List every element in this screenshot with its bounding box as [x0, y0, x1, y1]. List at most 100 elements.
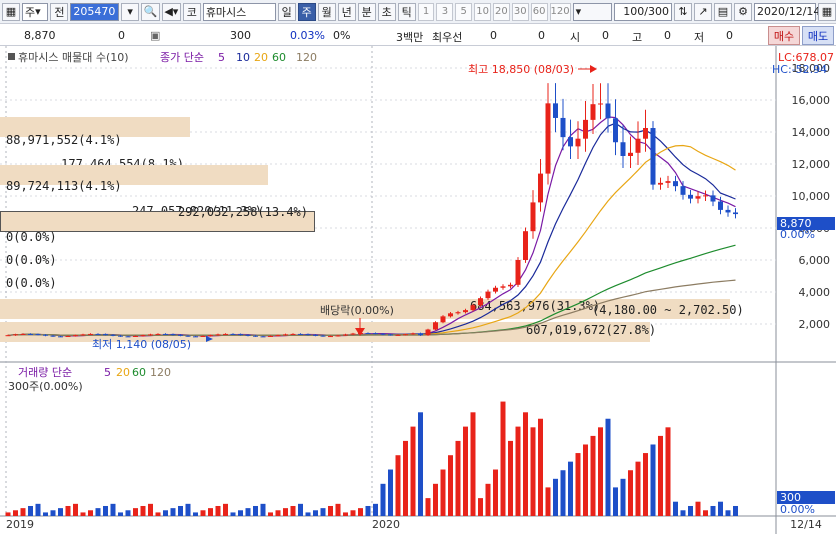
y-tick-label: 12,000	[792, 158, 831, 171]
candle-body	[598, 103, 603, 105]
volume-bar	[343, 512, 348, 516]
interval-20[interactable]: 20	[493, 2, 510, 21]
volume-bar	[253, 505, 258, 516]
candle-body	[523, 231, 528, 260]
period-second[interactable]: 초	[377, 2, 396, 21]
speaker-icon[interactable]: ◀▾	[161, 2, 181, 21]
volume-bar	[508, 440, 513, 516]
chart-icon: ▣	[150, 29, 161, 42]
y-tick-label: 2,000	[799, 318, 831, 331]
volume-bar	[13, 510, 18, 516]
vol-ma60-legend: 60	[132, 366, 146, 379]
profile-label: 684,563,976(31.3%)	[470, 299, 600, 313]
candle-body	[208, 335, 213, 337]
volume-bar	[163, 510, 168, 516]
code-dropdown-icon[interactable]: ▾	[121, 2, 140, 21]
candle-body	[365, 333, 371, 335]
period-day[interactable]: 일	[277, 2, 296, 21]
interval-30[interactable]: 30	[511, 2, 529, 21]
candle-body	[515, 260, 521, 285]
grid-icon[interactable]: ▤	[714, 2, 732, 21]
volume-bar	[703, 510, 708, 516]
pe-label: 3백만	[396, 31, 424, 44]
period-year[interactable]: 년	[337, 2, 356, 21]
profile-label: 0(0.0%)	[6, 276, 57, 290]
volume-bar	[695, 501, 701, 516]
interval-1[interactable]: 1	[417, 2, 435, 21]
interval-60[interactable]: 60	[530, 2, 548, 21]
vol-ma20-legend: 20	[116, 366, 130, 379]
candle-body	[230, 333, 236, 335]
stock-chart[interactable]: 177,464,554(8.1%)88,971,552(4.1%)247,057…	[0, 46, 836, 534]
candle-body	[328, 336, 333, 338]
volume-bar	[50, 510, 56, 516]
volume-bar	[455, 440, 461, 516]
interval-120[interactable]: 120	[549, 2, 571, 21]
candle-body	[613, 118, 618, 143]
sell-button[interactable]: 매도	[802, 26, 834, 45]
volume-bar	[418, 412, 423, 516]
period-minute[interactable]: 분	[357, 2, 376, 21]
candle-body	[95, 333, 101, 335]
volume-bar	[650, 444, 656, 516]
volume-bar	[28, 505, 33, 516]
vol-ma5-legend: 5	[104, 366, 111, 379]
candle-body	[658, 182, 663, 185]
type-select[interactable]: 주 ▾	[22, 2, 49, 21]
volume-bar	[620, 478, 626, 516]
candle-body	[575, 138, 581, 147]
gear-icon[interactable]: ⚙	[734, 2, 752, 21]
candle-body	[50, 335, 56, 337]
stock-name-field[interactable]: 휴마시스	[202, 2, 276, 21]
candle-body	[88, 333, 93, 335]
y-tick-label: 4,000	[799, 286, 831, 299]
dividend-annotation: 배당락(0.00%)	[320, 304, 394, 317]
buy-button[interactable]: 매수	[768, 26, 800, 45]
draw-icon[interactable]: ↗	[694, 2, 712, 21]
volume-bar	[290, 505, 296, 516]
volume-bar	[560, 470, 566, 516]
volume-bar	[20, 508, 26, 516]
interval-3[interactable]: 3	[436, 2, 454, 21]
ma5-legend: 5	[218, 51, 225, 64]
calendar-icon[interactable]: ▦	[818, 2, 836, 21]
hc-label: HC:-52.94	[772, 63, 827, 76]
options-icon[interactable]: ⇅	[674, 2, 692, 21]
high-label: 고	[632, 31, 643, 44]
candle-body	[103, 334, 108, 336]
candle-body	[268, 335, 273, 337]
volume-bar	[65, 505, 71, 516]
count-field[interactable]: 100/300	[614, 2, 672, 21]
ma10-legend: 10	[236, 51, 250, 64]
candle-body	[58, 336, 63, 338]
interval-5[interactable]: 5	[455, 2, 473, 21]
candle-body	[500, 286, 506, 288]
candle-body	[395, 334, 401, 336]
candle-body	[410, 333, 416, 335]
volume-bar	[58, 508, 63, 516]
volume-bar	[538, 418, 543, 516]
date-field[interactable]: 2020/12/14	[754, 2, 820, 21]
y-tick-label: 6,000	[799, 254, 831, 267]
candle-body	[725, 209, 731, 213]
code-input[interactable]: 205470	[70, 2, 120, 21]
period-tick[interactable]: 틱	[397, 2, 416, 21]
candle-body	[5, 335, 11, 337]
candle-body	[238, 334, 243, 336]
prev-button[interactable]: 전	[50, 2, 69, 21]
volume-bar	[485, 483, 491, 516]
period-month[interactable]: 월	[317, 2, 336, 21]
period-week[interactable]: 주	[297, 2, 316, 21]
candle-body	[470, 305, 476, 311]
volume-bar	[95, 508, 101, 516]
chart-type-icon[interactable]: ▦	[2, 2, 20, 21]
candle-body	[425, 329, 431, 336]
candle-body	[695, 196, 701, 199]
volume-bar	[388, 469, 393, 516]
interval-input[interactable]: ▾	[572, 2, 613, 21]
price-legend-title: 휴마시스 매물대 수(10)	[18, 51, 129, 64]
search-icon[interactable]: 🔍	[141, 2, 160, 21]
candle-body	[493, 287, 498, 292]
interval-10[interactable]: 10	[474, 2, 491, 21]
candle-body	[200, 335, 206, 337]
